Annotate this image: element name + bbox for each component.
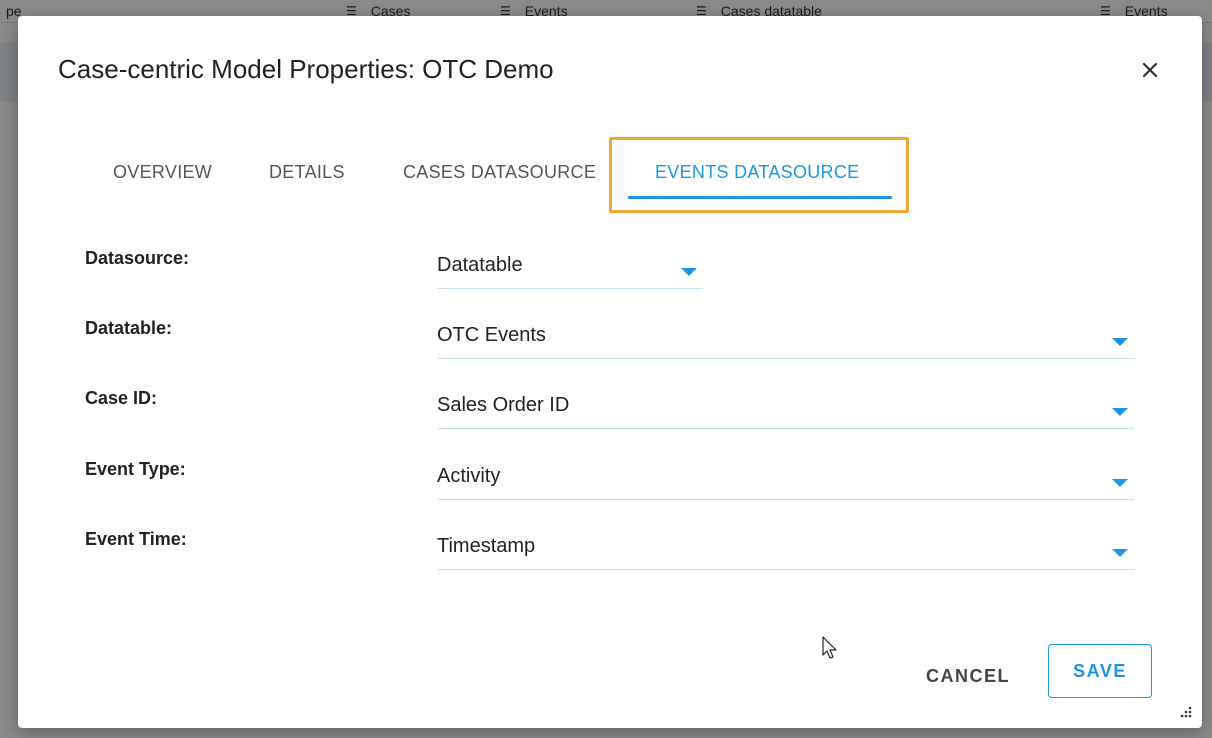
datatable-label: Datatable: xyxy=(85,318,173,338)
cancel-button[interactable]: CANCEL xyxy=(918,656,1018,696)
datatable-select[interactable]: OTC Events xyxy=(437,318,1134,359)
mouse-cursor-icon xyxy=(822,636,837,659)
dialog-title: Case-centric Model Properties: OTC Demo xyxy=(58,54,554,84)
tab-highlight-box xyxy=(609,137,909,213)
chevron-down-icon xyxy=(1112,408,1128,416)
event-time-select[interactable]: Timestamp xyxy=(437,529,1134,570)
event-type-value: Activity xyxy=(437,465,501,487)
case-id-select[interactable]: Sales Order ID xyxy=(437,388,1134,429)
event-time-label: Event Time: xyxy=(85,529,187,549)
tab-cases-datasource[interactable]: CASES DATASOURCE xyxy=(403,156,596,196)
chevron-down-icon xyxy=(1112,479,1128,487)
datasource-label: Datasource: xyxy=(85,248,190,268)
case-id-value: Sales Order ID xyxy=(437,394,570,416)
event-type-label: Event Type: xyxy=(85,459,186,479)
event-time-value: Timestamp xyxy=(437,535,536,557)
chevron-down-icon xyxy=(1112,338,1128,346)
model-properties-dialog: Case-centric Model Properties: OTC Demo … xyxy=(18,16,1202,728)
chevron-down-icon xyxy=(681,268,697,276)
close-icon[interactable] xyxy=(1136,56,1164,84)
event-type-select[interactable]: Activity xyxy=(437,459,1134,500)
save-button[interactable]: SAVE xyxy=(1048,644,1152,698)
tab-overview[interactable]: OVERVIEW xyxy=(113,156,212,196)
datasource-select[interactable]: Datatable xyxy=(437,248,703,289)
datasource-value: Datatable xyxy=(437,254,523,276)
tab-details[interactable]: DETAILS xyxy=(269,156,345,196)
chevron-down-icon xyxy=(1112,549,1128,557)
datatable-value: OTC Events xyxy=(437,324,546,346)
case-id-label: Case ID: xyxy=(85,388,158,408)
resize-handle-icon[interactable] xyxy=(1178,704,1192,718)
